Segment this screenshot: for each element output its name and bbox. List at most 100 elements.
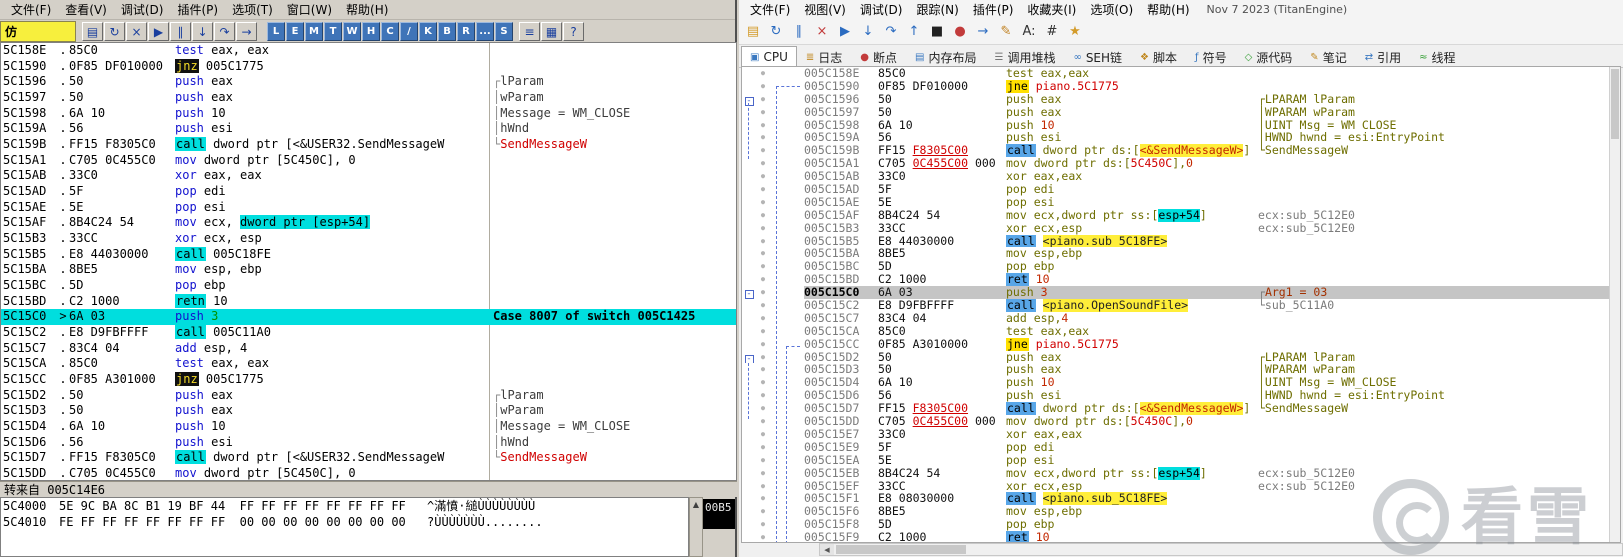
fold-gutter[interactable] bbox=[742, 312, 756, 325]
disasm-row[interactable]: 5C15D2. 50 push eax ┌lParam bbox=[1, 387, 736, 404]
disasm-row[interactable]: 5C15C0 >6A 03 push 3 Case 8007 of switch 00… bbox=[1, 309, 736, 326]
fold-gutter[interactable] bbox=[742, 157, 756, 170]
scroll-up-icon[interactable]: ▲ bbox=[693, 500, 699, 509]
disasm-row[interactable]: ● 005C15CA 85C0 test eax,eax bbox=[742, 325, 1620, 338]
fold-gutter[interactable] bbox=[742, 144, 756, 157]
disasm-row[interactable]: 5C15AE. 5E pop esi bbox=[1, 199, 736, 216]
breakpoint-dot[interactable]: ● bbox=[756, 196, 770, 209]
breakpoint-dot[interactable]: ● bbox=[756, 144, 770, 157]
open-folder-icon[interactable]: ▤ bbox=[743, 22, 763, 42]
disasm-row[interactable]: 5C15BA. 8BE5 mov esp, ebp bbox=[1, 262, 736, 279]
fold-gutter[interactable] bbox=[742, 402, 756, 415]
breakpoint-dot[interactable]: ● bbox=[756, 67, 770, 80]
disasm-row[interactable]: 5C1597. 50 push eax │wParam bbox=[1, 90, 736, 106]
fold-gutter[interactable] bbox=[742, 505, 756, 518]
breakpoint-dot[interactable]: ● bbox=[756, 376, 770, 389]
disasm-row[interactable]: ● 005C15E7 33C0 xor eax,eax bbox=[742, 428, 1620, 441]
window-button-7[interactable]: / bbox=[400, 22, 418, 41]
favorites-icon[interactable]: ★ bbox=[1065, 22, 1085, 42]
breakpoint-dot[interactable]: ● bbox=[756, 415, 770, 428]
help-icon[interactable]: ? bbox=[563, 22, 584, 41]
window-button-2[interactable]: M bbox=[305, 22, 323, 41]
tab-memory-map[interactable]: ▤ 内存布局 bbox=[906, 46, 985, 67]
breakpoint-dot[interactable]: ● bbox=[756, 428, 770, 441]
step-into-icon[interactable]: ↓ bbox=[192, 22, 213, 41]
disasm-row[interactable]: ● 005C15AE 5E pop esi bbox=[742, 196, 1620, 209]
breakpoint-dot[interactable]: ● bbox=[756, 286, 770, 299]
tab-references[interactable]: ⇄ 引用 bbox=[1356, 46, 1410, 67]
goto-icon[interactable]: → bbox=[973, 22, 993, 42]
fold-gutter[interactable] bbox=[742, 131, 756, 144]
disasm-row[interactable]: ● 005C15F9 C2 1000 ret 10 bbox=[742, 531, 1620, 542]
breakpoint-dot[interactable]: ● bbox=[756, 505, 770, 518]
disasm-row[interactable]: 5C158E. 85C0 test eax, eax bbox=[1, 43, 736, 59]
breakpoint-dot[interactable]: ● bbox=[756, 235, 770, 248]
right-menu-item[interactable]: 收藏夹(I) bbox=[1020, 0, 1083, 19]
fold-gutter[interactable] bbox=[742, 222, 756, 235]
left-menu-item[interactable]: 插件(P) bbox=[170, 0, 225, 19]
breakpoint-dot[interactable]: ● bbox=[756, 170, 770, 183]
fold-gutter[interactable]: - bbox=[742, 286, 756, 300]
fold-gutter[interactable] bbox=[742, 441, 756, 454]
disasm-row[interactable]: 5C159B. FF15 F8305C0 call dword ptr [<&USE… bbox=[1, 137, 736, 153]
breakpoint-dot[interactable]: ● bbox=[756, 106, 770, 119]
right-menu-item[interactable]: 跟踪(N) bbox=[909, 0, 965, 19]
run-trace-icon[interactable]: → bbox=[236, 22, 257, 41]
cpu-pane-tab[interactable]: 仿 bbox=[0, 21, 76, 42]
fold-toggle-icon[interactable]: - bbox=[744, 354, 754, 364]
hexdump-row[interactable]: 5C4000 5E 9C BA 8C B1 19 BF 44 FF FF FF F… bbox=[1, 498, 688, 514]
fold-gutter[interactable] bbox=[742, 480, 756, 493]
fold-gutter[interactable] bbox=[742, 299, 756, 312]
fold-gutter[interactable] bbox=[742, 183, 756, 196]
open-file-icon[interactable]: ▤ bbox=[82, 22, 103, 41]
close-icon[interactable]: × bbox=[812, 22, 832, 42]
breakpoint-dot[interactable]: ● bbox=[756, 338, 770, 351]
right-horizontal-scrollbar[interactable]: ◀ bbox=[819, 543, 1623, 556]
disasm-row[interactable]: - ● 005C15C0 6A 03 push 3 ┌Arg1 = 03 bbox=[742, 286, 1620, 300]
right-vertical-scrollbar[interactable] bbox=[1609, 67, 1620, 542]
breakpoint-dot[interactable]: ● bbox=[756, 260, 770, 273]
disasm-row[interactable]: ● 005C15D3 50 push eax │WPARAM wParam bbox=[742, 363, 1620, 376]
disasm-row[interactable]: ● 005C15C2 E8 D9FBFFFF call <piano.OpenSoun… bbox=[742, 299, 1620, 312]
disasm-row[interactable]: ● 005C15EF 33CC xor ecx,esp ecx:sub_5C12E0 bbox=[742, 480, 1620, 493]
fold-toggle-icon[interactable]: - bbox=[744, 290, 754, 300]
disasm-row[interactable]: ● 005C15AB 33C0 xor eax,eax bbox=[742, 170, 1620, 183]
left-menu-item[interactable]: 查看(V) bbox=[58, 0, 114, 19]
breakpoint-icon[interactable]: ● bbox=[950, 22, 970, 42]
window-button-4[interactable]: W bbox=[343, 22, 361, 41]
disasm-row[interactable]: ● 005C15D7 FF15 F8305C00 call dword ptr ds:… bbox=[742, 402, 1620, 416]
fold-gutter[interactable] bbox=[742, 363, 756, 376]
scroll-left-icon[interactable]: ◀ bbox=[820, 544, 834, 555]
left-menu-item[interactable]: 帮助(H) bbox=[339, 0, 395, 19]
breakpoint-dot[interactable]: ● bbox=[756, 80, 770, 93]
disasm-row[interactable]: ● 005C15D6 56 push esi │HWND hwnd = esi:Entr… bbox=[742, 389, 1620, 402]
pause-icon[interactable]: ∥ bbox=[170, 22, 191, 41]
disasm-row[interactable]: 5C159A. 56 push esi │hWnd bbox=[1, 121, 736, 138]
hex-dump-pane[interactable]: 5C4000 5E 9C BA 8C B1 19 BF 44 FF FF FF F… bbox=[0, 497, 689, 557]
disasm-row[interactable]: 5C15B3. 33CC xor ecx, esp bbox=[1, 231, 736, 247]
window-button-12[interactable]: S bbox=[495, 22, 513, 41]
tab-notes[interactable]: ✎ 笔记 bbox=[1301, 46, 1355, 67]
breakpoint-dot[interactable]: ● bbox=[756, 247, 770, 260]
breakpoint-dot[interactable]: ● bbox=[756, 389, 770, 402]
tab-breakpoint[interactable]: ● 断点 bbox=[851, 46, 906, 67]
left-disassembly-pane[interactable]: 5C158E. 85C0 test eax, eax 5C1590. 0F85 DF01… bbox=[0, 42, 737, 481]
run-icon[interactable]: ▶ bbox=[835, 22, 855, 42]
breakpoint-dot[interactable]: ● bbox=[756, 119, 770, 132]
window-button-10[interactable]: R bbox=[457, 22, 475, 41]
disasm-row[interactable]: ● 005C15E9 5F pop edi bbox=[742, 441, 1620, 454]
right-menu-item[interactable]: 帮助(H) bbox=[1140, 0, 1196, 19]
hexdump-row[interactable]: 5C4010 FE FF FF FF FF FF FF FF 00 00 00 0… bbox=[1, 514, 688, 530]
breakpoint-dot[interactable]: ● bbox=[756, 351, 770, 364]
disasm-row[interactable]: ● 005C1598 6A 10 push 10 │UINT Msg = WM_CLOS… bbox=[742, 119, 1620, 132]
breakpoint-dot[interactable]: ● bbox=[756, 209, 770, 222]
breakpoint-dot[interactable]: ● bbox=[756, 131, 770, 144]
disasm-row[interactable]: 5C15D3. 50 push eax │wParam bbox=[1, 403, 736, 420]
right-menu-item[interactable]: 文件(F) bbox=[743, 0, 797, 19]
disasm-row[interactable]: ● 005C15A1 C705 0C455C00 000 mov dword ptr … bbox=[742, 157, 1620, 170]
window-button-1[interactable]: E bbox=[286, 22, 304, 41]
step-out-icon[interactable]: ↑ bbox=[904, 22, 924, 42]
fold-gutter[interactable] bbox=[742, 338, 756, 351]
disasm-row[interactable]: ● 005C15AD 5F pop edi bbox=[742, 183, 1620, 196]
disasm-row[interactable]: 5C15DD. C705 0C455C0 mov dword ptr [5C450C… bbox=[1, 466, 736, 480]
